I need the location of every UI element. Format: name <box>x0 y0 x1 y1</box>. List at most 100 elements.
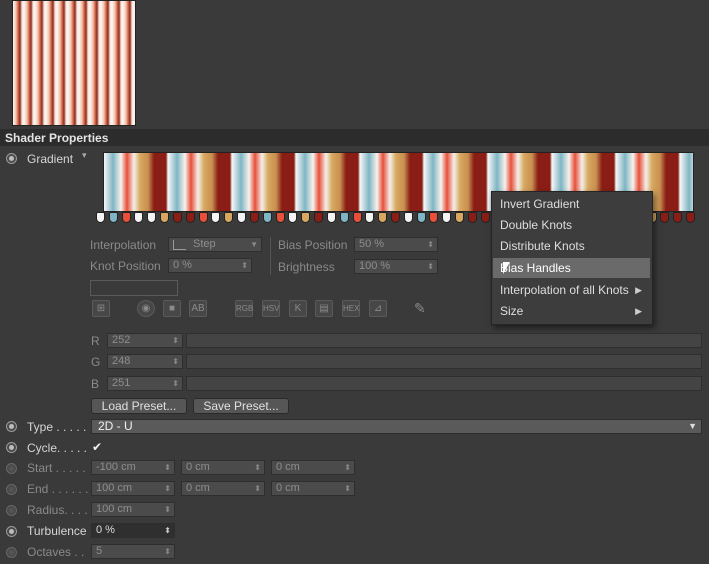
stepper-icon: ⬍ <box>164 484 171 493</box>
gradient-knot[interactable] <box>211 212 220 223</box>
square-icon[interactable]: ■ <box>163 300 181 317</box>
gradient-knot[interactable] <box>429 212 438 223</box>
interpolation-label: Interpolation <box>90 238 157 252</box>
b-field[interactable]: 251 ⬍ <box>107 376 183 391</box>
gradient-knot[interactable] <box>186 212 195 223</box>
r-slider[interactable] <box>186 333 702 348</box>
gradient-knot[interactable] <box>353 212 362 223</box>
radius-anim-radio[interactable] <box>6 505 17 516</box>
gradient-knot[interactable] <box>468 212 477 223</box>
start-y-value: 0 cm <box>186 461 210 473</box>
gradient-knot[interactable] <box>660 212 669 223</box>
gradient-knot[interactable] <box>340 212 349 223</box>
hex-icon[interactable]: HEX <box>342 300 360 317</box>
menu-item-label: Double Knots <box>500 218 573 232</box>
gradient-knot[interactable] <box>250 212 259 223</box>
octaves-field[interactable]: 5 ⬍ <box>91 544 175 559</box>
bias-position-field[interactable]: 50 % ⬍ <box>354 237 438 252</box>
octaves-anim-radio[interactable] <box>6 547 17 558</box>
swatch-icon[interactable]: ▤ <box>315 300 333 317</box>
gradient-knot[interactable] <box>199 212 208 223</box>
gradient-knot[interactable] <box>314 212 323 223</box>
gradient-knot[interactable] <box>301 212 310 223</box>
gradient-knot[interactable] <box>442 212 451 223</box>
knot-icon[interactable]: ⊞ <box>92 300 110 317</box>
gradient-knot[interactable] <box>686 212 695 223</box>
gradient-knot[interactable] <box>173 212 182 223</box>
eyedropper-icon[interactable]: ✎ <box>414 300 426 317</box>
start-x-field[interactable]: -100 cm ⬍ <box>91 460 175 475</box>
divider <box>270 237 271 275</box>
gradient-knot[interactable] <box>237 212 246 223</box>
gradient-knot[interactable] <box>147 212 156 223</box>
gradient-knot[interactable] <box>109 212 118 223</box>
menu-item-label: Size <box>500 304 524 318</box>
b-slider[interactable] <box>186 376 702 391</box>
octaves-label: Octaves . . <box>27 545 85 559</box>
start-anim-radio[interactable] <box>6 463 17 474</box>
menu-item-interpolation-all-knots[interactable]: Interpolation of all Knots ▶ <box>493 280 650 300</box>
type-anim-radio[interactable] <box>6 421 17 432</box>
menu-item-invert-gradient[interactable]: Invert Gradient <box>493 194 650 214</box>
end-anim-radio[interactable] <box>6 484 17 495</box>
octaves-value: 5 <box>96 545 103 557</box>
cycle-anim-radio[interactable] <box>6 442 17 453</box>
g-field[interactable]: 248 ⬍ <box>107 354 183 369</box>
rgb-icon[interactable]: RGB <box>235 300 253 317</box>
shader-preview <box>12 0 136 126</box>
end-y-field[interactable]: 0 cm ⬍ <box>181 481 265 496</box>
menu-item-bias-handles[interactable]: Bias Handles <box>493 258 650 278</box>
gradient-knot[interactable] <box>276 212 285 223</box>
chevron-down-icon[interactable]: ▾ <box>82 150 87 161</box>
gradient-knot[interactable] <box>160 212 169 223</box>
stepper-icon: ⬍ <box>241 261 248 270</box>
type-select[interactable]: 2D - U ▼ <box>91 419 702 434</box>
gradient-knot[interactable] <box>263 212 272 223</box>
start-y-field[interactable]: 0 cm ⬍ <box>181 460 265 475</box>
gradient-knot[interactable] <box>455 212 464 223</box>
gradient-knot[interactable] <box>391 212 400 223</box>
stepper-icon: ⬍ <box>344 463 351 472</box>
gradient-anim-radio[interactable] <box>6 153 17 164</box>
interpolation-select[interactable]: Step ▼ <box>168 237 262 252</box>
end-y-value: 0 cm <box>186 482 210 494</box>
gradient-knot[interactable] <box>404 212 413 223</box>
menu-item-label: Invert Gradient <box>500 197 580 211</box>
load-preset-button[interactable]: Load Preset... <box>91 398 187 414</box>
sphere-icon[interactable]: ◉ <box>137 300 155 317</box>
gradient-knot[interactable] <box>288 212 297 223</box>
knot-position-field[interactable]: 0 % ⬍ <box>168 258 252 273</box>
ab-icon[interactable]: AB <box>189 300 207 317</box>
knot-position-value: 0 % <box>173 259 192 271</box>
end-z-field[interactable]: 0 cm ⬍ <box>271 481 355 496</box>
menu-item-distribute-knots[interactable]: Distribute Knots <box>493 236 650 256</box>
picker-icon[interactable]: ⊿ <box>369 300 387 317</box>
gradient-knot[interactable] <box>122 212 131 223</box>
gradient-knot[interactable] <box>134 212 143 223</box>
r-field[interactable]: 252 ⬍ <box>107 333 183 348</box>
gradient-knot[interactable] <box>224 212 233 223</box>
end-x-field[interactable]: 100 cm ⬍ <box>91 481 175 496</box>
gradient-knot[interactable] <box>378 212 387 223</box>
color-swatch[interactable] <box>90 280 178 296</box>
hsv-icon[interactable]: HSV <box>262 300 280 317</box>
k-icon[interactable]: K <box>289 300 307 317</box>
radius-field[interactable]: 100 cm ⬍ <box>91 502 175 517</box>
cycle-checkbox[interactable]: ✔ <box>92 441 104 453</box>
gradient-knot[interactable] <box>673 212 682 223</box>
turbulence-field[interactable]: 0 % ⬍ <box>91 523 175 538</box>
gradient-knot[interactable] <box>365 212 374 223</box>
turbulence-anim-radio[interactable] <box>6 526 17 537</box>
gradient-knot[interactable] <box>327 212 336 223</box>
start-z-field[interactable]: 0 cm ⬍ <box>271 460 355 475</box>
brightness-field[interactable]: 100 % ⬍ <box>354 259 438 274</box>
bias-position-value: 50 % <box>359 238 385 250</box>
gradient-knot[interactable] <box>417 212 426 223</box>
menu-item-size[interactable]: Size ▶ <box>493 301 650 321</box>
gradient-knot[interactable] <box>96 212 105 223</box>
g-slider[interactable] <box>186 354 702 369</box>
submenu-arrow-icon: ▶ <box>635 285 642 295</box>
save-preset-button[interactable]: Save Preset... <box>193 398 289 414</box>
gradient-knot[interactable] <box>481 212 490 223</box>
menu-item-double-knots[interactable]: Double Knots <box>493 215 650 235</box>
